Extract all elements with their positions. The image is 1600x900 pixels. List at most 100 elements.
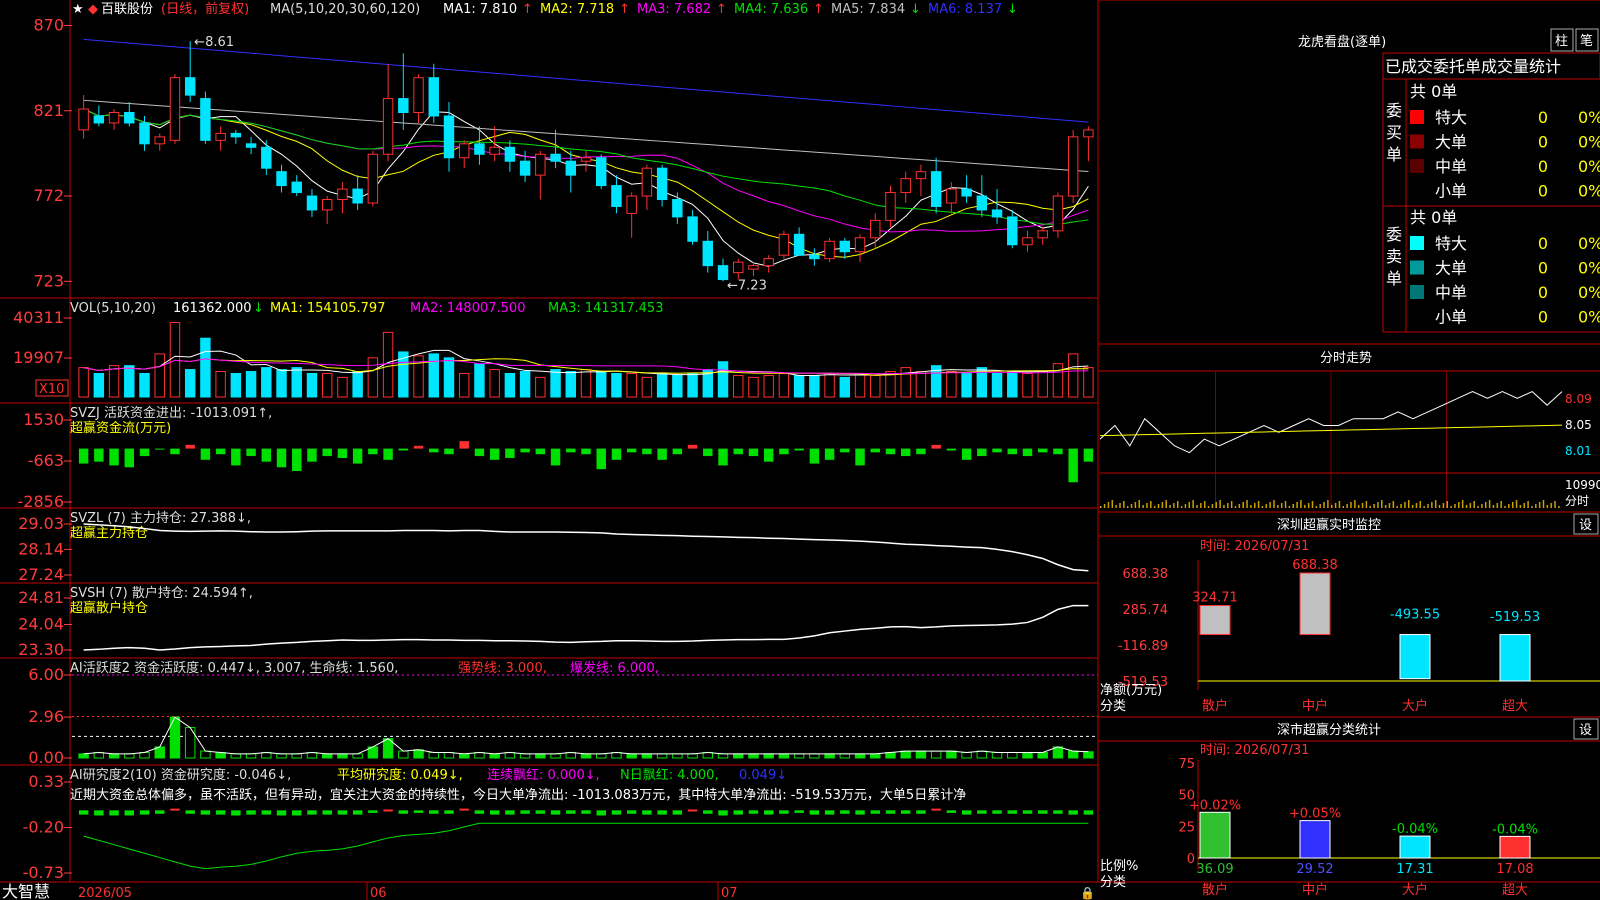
candle-body[interactable] [580, 157, 592, 162]
candle-body[interactable] [885, 192, 896, 221]
candle-body[interactable] [870, 219, 881, 239]
candle-body[interactable] [1037, 230, 1048, 239]
candle-body[interactable] [428, 77, 439, 117]
candle-body[interactable] [367, 153, 379, 204]
intraday-vol-bar [1184, 504, 1187, 508]
candle-body[interactable] [321, 199, 333, 211]
candle-body[interactable] [276, 171, 287, 187]
ai-research-bar [322, 810, 332, 815]
ai-research-bar [413, 810, 424, 813]
candle-body[interactable] [1022, 237, 1033, 246]
candle-body[interactable] [184, 77, 196, 96]
candle-body[interactable] [124, 111, 135, 124]
candle-body[interactable] [108, 111, 120, 124]
candle-body[interactable] [793, 233, 805, 256]
candle-body[interactable] [733, 261, 744, 274]
ai-research-bar [170, 808, 180, 811]
candle-body[interactable] [78, 108, 89, 131]
svzj-bar [170, 448, 180, 455]
candle-body[interactable] [930, 171, 942, 207]
candle-body[interactable] [382, 98, 394, 155]
candle-body[interactable] [1083, 129, 1094, 138]
favorite-star-icon[interactable]: ★ [72, 2, 84, 17]
longhu-row-count: 0 [1538, 234, 1548, 253]
intraday-vol-bar [1334, 503, 1337, 508]
svzj-bar [520, 448, 530, 453]
longhu-tabs[interactable]: 已成交委托单成交量统计 [1385, 57, 1561, 76]
candle-body[interactable] [1067, 136, 1079, 197]
candle-body[interactable] [550, 153, 561, 162]
candle-body[interactable] [702, 240, 714, 267]
ma-legend-item: MA3: 7.682 [637, 2, 711, 17]
candle-body[interactable] [854, 237, 866, 253]
candle-body[interactable] [291, 181, 302, 194]
candle-body[interactable] [641, 167, 653, 197]
ai-active-bar [306, 751, 318, 759]
candle-body[interactable] [687, 216, 698, 242]
candle-body[interactable] [200, 98, 211, 141]
intraday-vol-bar [1500, 501, 1502, 508]
ai-research-streak: 连续飘红: 0.000↓, [487, 767, 600, 783]
candle-body[interactable] [443, 115, 455, 159]
candle-body[interactable] [839, 240, 851, 253]
candle-body[interactable] [261, 146, 272, 169]
ai-active-bar [809, 753, 820, 759]
svzj-bar [779, 448, 789, 455]
volume-bar [611, 372, 622, 398]
ai-research-bar [642, 810, 652, 815]
longhu-swatch [1410, 110, 1424, 124]
stock-chart-canvas[interactable]: ★ ◆ 百联股份 (日线，前复权) MA(5,10,20,30,60,120) … [0, 0, 1600, 900]
lock-icon[interactable]: 🔒 [1080, 886, 1095, 900]
candle-body[interactable] [748, 265, 759, 270]
ai-research-bar [626, 810, 637, 814]
candle-body[interactable] [976, 195, 988, 211]
candle-body[interactable] [626, 195, 637, 214]
volume-bar [474, 363, 485, 398]
candle-body[interactable] [672, 199, 683, 218]
candle-body[interactable] [763, 258, 774, 267]
candle-body[interactable] [656, 167, 668, 201]
candle-body[interactable] [230, 132, 242, 138]
candle-body[interactable] [352, 188, 363, 204]
candle-body[interactable] [154, 136, 165, 145]
ai-research-bar [824, 810, 835, 815]
vol-ma3: MA3: 141317.453 [548, 301, 663, 316]
candle-body[interactable] [413, 77, 424, 113]
candle-body[interactable] [398, 98, 409, 113]
candle-body[interactable] [337, 188, 348, 201]
candle-body[interactable] [946, 188, 957, 204]
candle-body[interactable] [915, 171, 927, 180]
candle-body[interactable] [139, 122, 150, 145]
candle-body[interactable] [474, 143, 485, 155]
candle-body[interactable] [611, 185, 622, 207]
volume-bar [124, 365, 135, 398]
candle-body[interactable] [458, 143, 470, 159]
candle-body[interactable] [169, 77, 181, 141]
candle-body[interactable] [489, 146, 500, 155]
candle-body[interactable] [824, 240, 835, 260]
candle-body[interactable] [306, 195, 318, 211]
candle-body[interactable] [215, 132, 226, 141]
candle-body[interactable] [961, 188, 972, 197]
buy-label: 委买单 [1386, 101, 1402, 164]
classify-title: 深市超赢分类统计 [1277, 722, 1381, 738]
ai-research-bar [748, 810, 759, 814]
intraday-vol-bar [1269, 502, 1271, 508]
candle-body[interactable] [1007, 216, 1018, 246]
candle-body[interactable] [991, 209, 1003, 218]
candle-body[interactable] [519, 160, 531, 176]
candle-body[interactable] [535, 153, 546, 176]
ai-active-prefix: AI活跃度2 资金活跃度: 0.447↓, 3.007, 生命线: 1.560, [70, 660, 398, 676]
candle-body[interactable] [596, 157, 607, 187]
candle-body[interactable] [778, 233, 790, 256]
candle-body[interactable] [1052, 195, 1064, 232]
candle-body[interactable] [93, 115, 105, 124]
ai-active-bar [900, 750, 911, 759]
intraday-vol-bar [1215, 502, 1217, 508]
candle-body[interactable] [900, 178, 911, 194]
monitor-bar [1299, 572, 1331, 636]
candle-body[interactable] [504, 146, 516, 162]
candle-body[interactable] [809, 254, 820, 260]
candle-body[interactable] [245, 143, 257, 148]
candle-body[interactable] [565, 160, 576, 176]
